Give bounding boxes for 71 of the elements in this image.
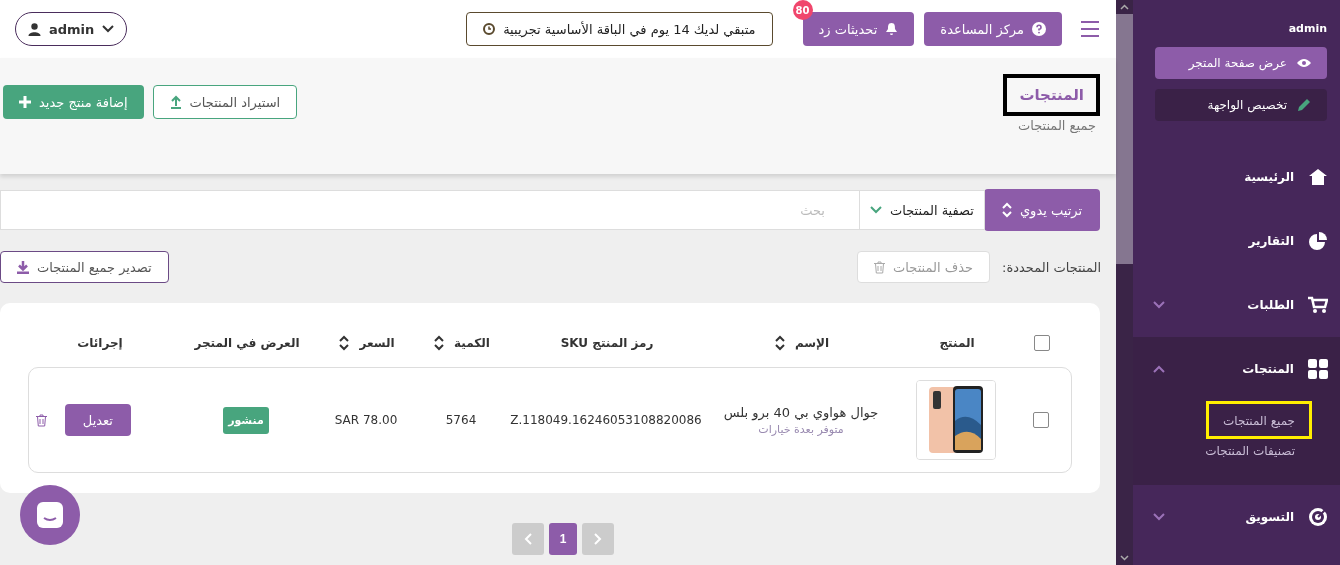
user-menu[interactable]: admin xyxy=(15,12,128,46)
pencil-icon xyxy=(1297,98,1311,112)
column-header: إجرائات xyxy=(76,335,124,352)
selected-products-label: المنتجات المحددة: xyxy=(1002,259,1101,275)
download-icon xyxy=(17,260,29,274)
trash-icon[interactable] xyxy=(35,413,47,427)
chat-launcher[interactable] xyxy=(20,485,80,545)
target-icon xyxy=(1308,507,1328,527)
column-header: المنتج xyxy=(938,335,976,352)
user-name: admin xyxy=(1287,21,1328,37)
chat-icon xyxy=(36,501,64,529)
chevron-icon xyxy=(1153,513,1165,521)
sort-button[interactable]: ترتيب يدوي xyxy=(984,189,1100,231)
select-all-checkbox[interactable] xyxy=(1034,335,1050,351)
column-header[interactable]: الإسم xyxy=(702,323,902,363)
import-products-button[interactable]: استيراد المنتجات xyxy=(152,85,298,119)
row-checkbox[interactable] xyxy=(1033,412,1049,428)
sort-icon[interactable] xyxy=(774,335,785,351)
view-store-button[interactable]: عرض صفحة المتجر xyxy=(1155,47,1327,79)
notification-badge: 80 xyxy=(792,0,813,20)
eye-icon xyxy=(1297,58,1311,68)
sidebar-item[interactable]: الطلبات xyxy=(1133,273,1340,337)
sidebar-item[interactable]: الرئيسية xyxy=(1133,145,1340,209)
edit-button[interactable]: تعديل xyxy=(64,404,131,436)
home-icon xyxy=(1308,168,1328,186)
menu-icon[interactable] xyxy=(1080,20,1100,38)
table-cell-text: 5764 xyxy=(444,413,478,427)
chevron-icon xyxy=(869,206,882,214)
breadcrumb: جميع المنتجات xyxy=(1016,118,1097,133)
column-header: العرض في المتجر xyxy=(193,335,301,352)
sort-icon[interactable] xyxy=(339,335,350,351)
column-header: رمز المنتج SKU xyxy=(559,335,655,352)
scrollbar-thumb[interactable] xyxy=(1116,14,1133,264)
trial-text: متبقي لديك 14 يوم في الباقة الأساسية تجريبية xyxy=(503,21,756,37)
sidebar-subitem[interactable]: جميع المنتجات xyxy=(1205,401,1312,439)
clock-icon xyxy=(483,23,496,35)
chevron-icon xyxy=(1153,365,1165,373)
sort-icon[interactable] xyxy=(434,335,445,351)
cart-icon xyxy=(1308,296,1328,314)
filter-dropdown[interactable]: تصفية المنتجات xyxy=(858,190,985,230)
plus-icon xyxy=(19,96,31,108)
options-note: متوفر بعدة خيارات xyxy=(758,422,844,436)
sidebar-subitem[interactable]: تصنيفات المنتجات xyxy=(1188,441,1312,467)
page-title: المنتجات xyxy=(1003,74,1100,116)
question-icon xyxy=(1032,22,1046,36)
grid-icon xyxy=(1308,359,1328,379)
scroll-up-icon[interactable] xyxy=(1120,4,1129,10)
table-cell: Z.118049.16246053108820086 xyxy=(511,413,701,427)
status-badge: منشور xyxy=(223,406,269,434)
table-cell-text: SAR 78.00 xyxy=(333,413,399,427)
chevron-icon xyxy=(524,533,532,545)
sidebar-item[interactable]: التسويق xyxy=(1133,485,1340,549)
product-name[interactable]: جوال هواوي بي 40 برو بلس xyxy=(723,404,879,420)
scroll-down-icon[interactable] xyxy=(1120,555,1129,561)
chevron-icon xyxy=(1153,301,1165,309)
trash-icon xyxy=(874,260,886,274)
chevron-icon xyxy=(102,25,115,33)
chevron-icon xyxy=(594,533,602,545)
search-field[interactable]: بحث xyxy=(0,190,859,230)
column-header[interactable]: السعر xyxy=(322,323,412,363)
upload-icon xyxy=(169,95,182,109)
sidebar-item[interactable]: التقارير xyxy=(1133,209,1340,273)
sidebar-item[interactable]: المنتجات xyxy=(1133,337,1340,401)
export-products-button[interactable]: تصدير جميع المنتجات xyxy=(0,251,169,283)
user-icon xyxy=(28,22,41,36)
help-center-button[interactable]: مركز المساعدة xyxy=(924,12,1062,46)
customize-button[interactable]: تخصيص الواجهة xyxy=(1155,89,1327,121)
page-button[interactable]: 1 xyxy=(549,523,577,555)
column-header[interactable]: الكمية xyxy=(412,323,512,363)
bell-icon xyxy=(885,22,899,36)
pie-chart-icon xyxy=(1308,231,1328,251)
